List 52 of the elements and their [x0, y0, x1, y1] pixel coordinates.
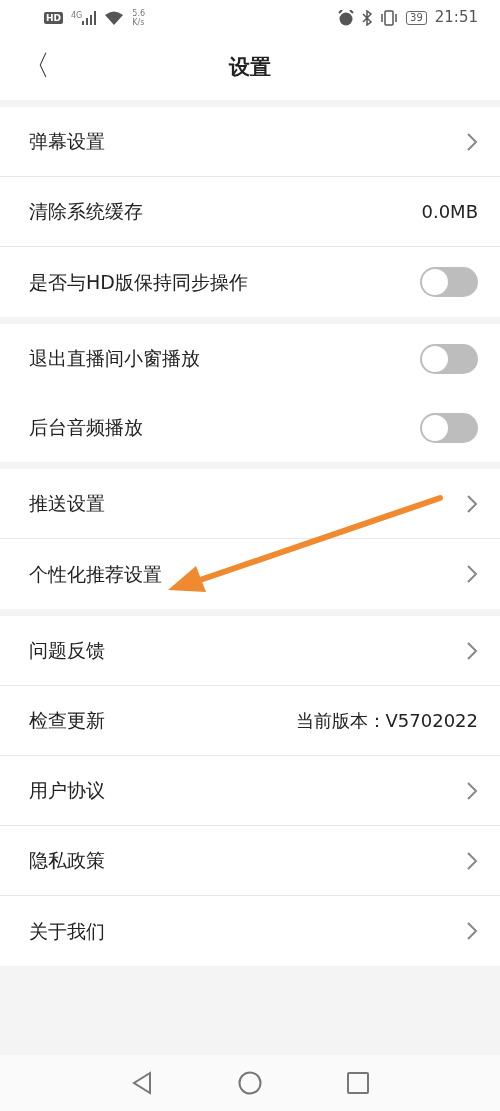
settings-row[interactable]: 个性化推荐设置: [0, 539, 500, 609]
chevron-right-icon: [466, 564, 478, 584]
settings-row[interactable]: 退出直播间小窗播放: [0, 324, 500, 393]
wifi-icon: [104, 10, 125, 25]
hd-badge: HD: [44, 11, 63, 24]
settings-row[interactable]: 关于我们: [0, 896, 500, 966]
row-label: 是否与HD版保持同步操作: [29, 269, 248, 295]
signal-icon: [82, 10, 97, 25]
back-button[interactable]: 〈: [18, 47, 54, 85]
battery-icon: 39: [406, 10, 427, 25]
speed-value: 5.6: [132, 8, 146, 18]
row-label: 弹幕设置: [29, 129, 105, 155]
chevron-right-icon: [466, 131, 478, 152]
speed-unit: K/s: [132, 17, 146, 27]
settings-row[interactable]: 清除系统缓存 0.0MB: [0, 177, 500, 247]
settings-row[interactable]: 后台音频播放: [0, 393, 500, 462]
row-label: 清除系统缓存: [29, 199, 143, 225]
back-icon[interactable]: [131, 1071, 153, 1095]
home-icon[interactable]: [238, 1071, 262, 1095]
settings-row[interactable]: 问题反馈: [0, 616, 500, 686]
settings-row[interactable]: 弹幕设置: [0, 107, 500, 177]
chevron-right-icon: [466, 780, 478, 801]
toggle-switch[interactable]: [420, 343, 478, 374]
vibrate-icon: [380, 9, 399, 26]
page-title: 设置: [229, 53, 271, 81]
settings-row[interactable]: 检查更新 当前版本：V5702022: [0, 686, 500, 756]
settings-row[interactable]: 推送设置: [0, 469, 500, 539]
row-label: 检查更新: [29, 708, 105, 734]
row-label: 退出直播间小窗播放: [29, 346, 200, 372]
settings-row[interactable]: 用户协议: [0, 756, 500, 826]
row-value: 当前版本：V5702022: [295, 709, 478, 733]
bluetooth-icon: [362, 9, 373, 26]
toggle-switch[interactable]: [420, 412, 478, 443]
chevron-right-icon: [466, 640, 478, 661]
clock-time: 21:51: [434, 7, 478, 29]
settings-row[interactable]: 隐私政策: [0, 826, 500, 896]
row-label: 推送设置: [29, 491, 105, 517]
recent-apps-icon[interactable]: [347, 1072, 369, 1094]
row-label: 用户协议: [29, 778, 105, 804]
chevron-right-icon: [466, 493, 478, 514]
chevron-right-icon: [466, 921, 478, 941]
row-label: 后台音频播放: [29, 415, 143, 441]
row-label: 问题反馈: [29, 638, 105, 664]
row-value: 0.0MB: [421, 200, 478, 224]
settings-row[interactable]: 是否与HD版保持同步操作: [0, 247, 500, 317]
network-type: 4G: [71, 10, 83, 20]
alarm-icon: [338, 9, 355, 26]
row-label: 隐私政策: [29, 848, 105, 874]
row-label: 个性化推荐设置: [29, 561, 162, 587]
row-label: 关于我们: [29, 918, 105, 944]
chevron-right-icon: [466, 850, 478, 871]
toggle-switch[interactable]: [420, 267, 478, 297]
